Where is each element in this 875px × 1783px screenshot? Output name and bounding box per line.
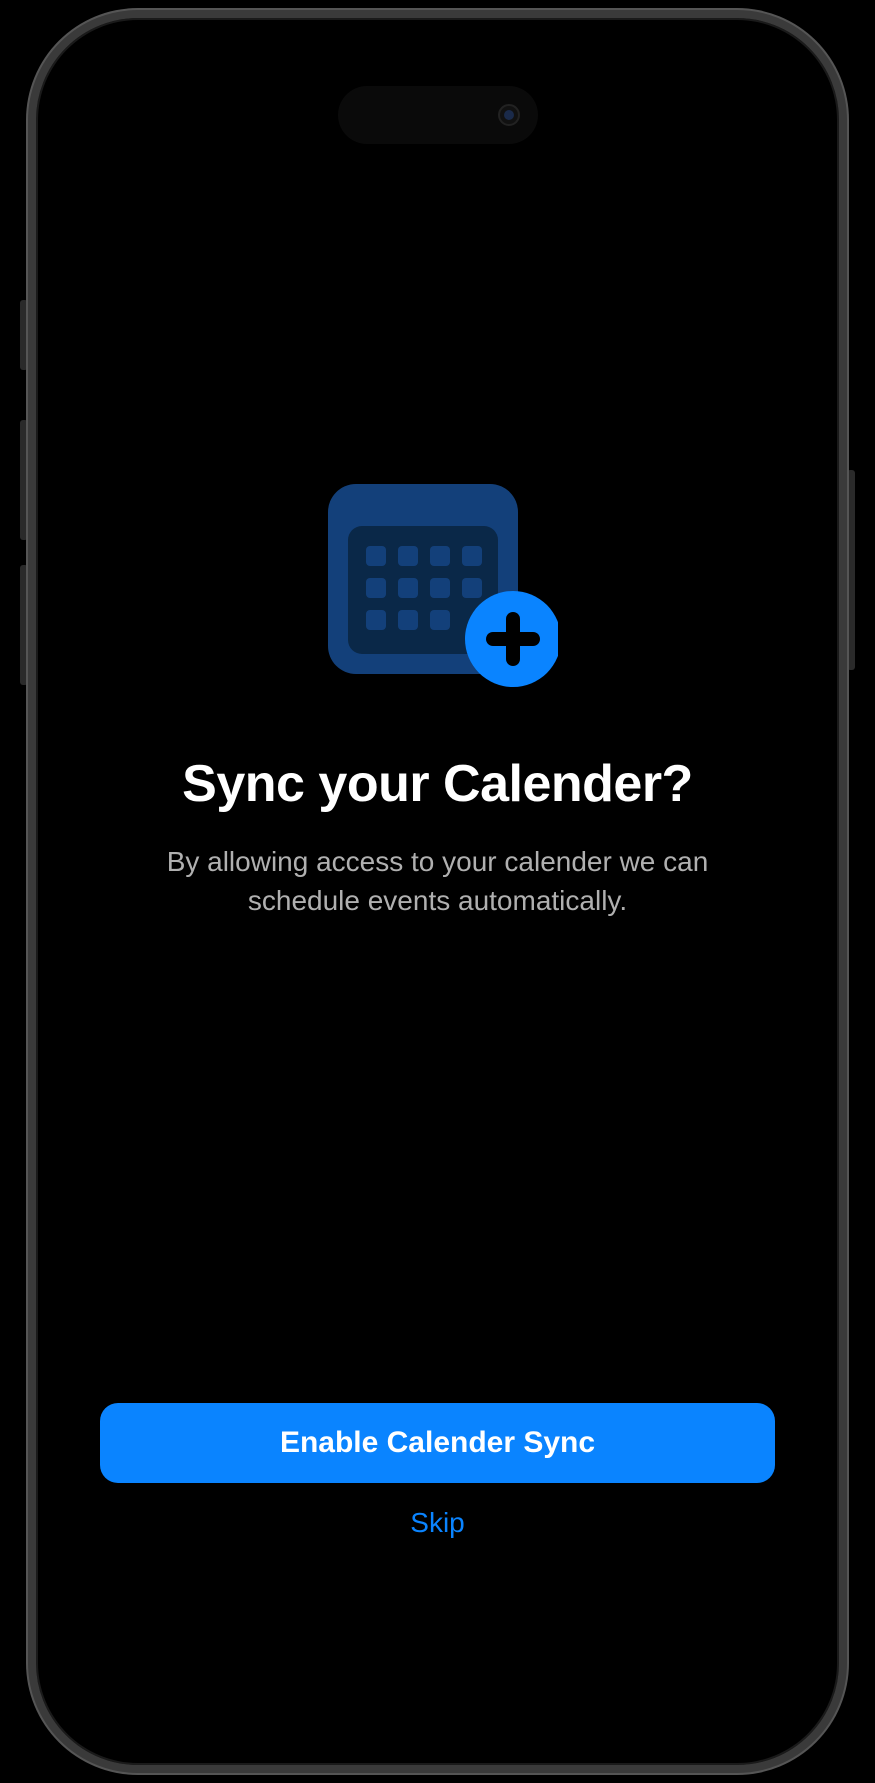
side-button-volume-up bbox=[20, 420, 28, 540]
skip-button[interactable]: Skip bbox=[410, 1507, 464, 1539]
hero-section: Sync your Calender? By allowing access t… bbox=[100, 24, 775, 1403]
side-button-mute bbox=[20, 300, 28, 370]
phone-frame: Sync your Calender? By allowing access t… bbox=[28, 10, 847, 1773]
side-button-power bbox=[847, 470, 855, 670]
phone-screen: Sync your Calender? By allowing access t… bbox=[42, 24, 833, 1759]
onboarding-screen: Sync your Calender? By allowing access t… bbox=[42, 24, 833, 1759]
calendar-add-icon bbox=[318, 484, 558, 694]
onboarding-subtitle: By allowing access to your calender we c… bbox=[148, 842, 728, 920]
onboarding-title: Sync your Calender? bbox=[182, 754, 693, 814]
footer-actions: Enable Calender Sync Skip bbox=[100, 1403, 775, 1759]
side-button-volume-down bbox=[20, 565, 28, 685]
enable-calendar-sync-button[interactable]: Enable Calender Sync bbox=[100, 1403, 775, 1483]
